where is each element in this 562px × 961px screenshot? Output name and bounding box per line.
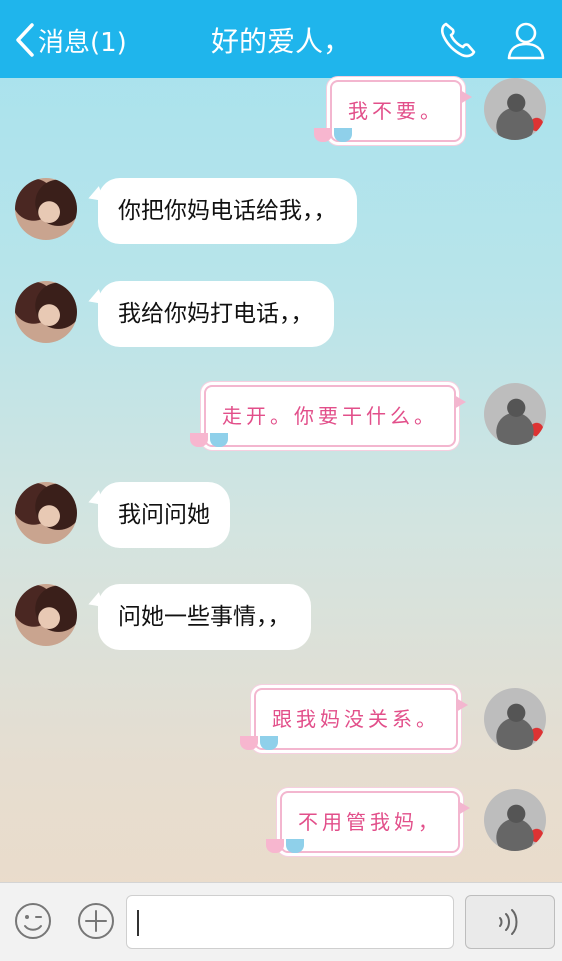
back-button[interactable]: 消息(1) <box>14 20 127 60</box>
message-row: 走开。你要干什么。 <box>0 381 562 451</box>
message-row: 我问问她 <box>0 482 562 552</box>
back-label: 消息(1) <box>38 27 127 58</box>
message-row: 跟我妈没关系。 <box>0 686 562 756</box>
cups-decoration-icon <box>312 122 358 144</box>
chat-screen: 消息(1) 好的爱人， 我不要。 你把你妈电话给我，， 我给你妈打电话，， 走开… <box>0 0 562 961</box>
sent-bubble[interactable]: 走开。你要干什么。 <box>204 385 466 447</box>
received-bubble[interactable]: 我给你妈打电话，， <box>98 281 334 347</box>
avatar-self[interactable] <box>484 383 546 445</box>
received-bubble[interactable]: 你把你妈电话给我，， <box>98 178 357 244</box>
avatar-self[interactable] <box>484 789 546 851</box>
avatar-self[interactable] <box>484 688 546 750</box>
message-input[interactable] <box>126 895 454 949</box>
received-bubble[interactable]: 问她一些事情，， <box>98 584 311 650</box>
sent-bubble[interactable]: 跟我妈没关系。 <box>254 688 468 750</box>
emoji-icon[interactable] <box>13 901 53 941</box>
avatar-self[interactable] <box>484 78 546 140</box>
phone-icon[interactable] <box>436 18 480 62</box>
message-row: 问她一些事情，， <box>0 584 562 654</box>
voice-button[interactable] <box>465 895 555 949</box>
text-caret <box>137 910 139 936</box>
message-row: 你把你妈电话给我，， <box>0 176 562 246</box>
avatar-contact[interactable] <box>15 584 77 646</box>
voice-icon <box>499 909 518 935</box>
input-bar <box>0 882 562 961</box>
avatar-contact[interactable] <box>15 482 77 544</box>
message-row: 不用管我妈， <box>0 787 562 857</box>
plus-icon[interactable] <box>76 901 116 941</box>
cups-decoration-icon <box>238 730 284 752</box>
chat-header: 消息(1) 好的爱人， <box>0 0 562 78</box>
cups-decoration-icon <box>188 427 234 449</box>
profile-icon[interactable] <box>504 18 548 62</box>
back-chevron-icon <box>16 23 34 57</box>
message-row: 我给你妈打电话，， <box>0 279 562 349</box>
cups-decoration-icon <box>264 833 310 855</box>
received-bubble[interactable]: 我问问她 <box>98 482 230 548</box>
message-row: 我不要。 <box>0 78 562 148</box>
avatar-contact[interactable] <box>15 178 77 240</box>
avatar-contact[interactable] <box>15 281 77 343</box>
